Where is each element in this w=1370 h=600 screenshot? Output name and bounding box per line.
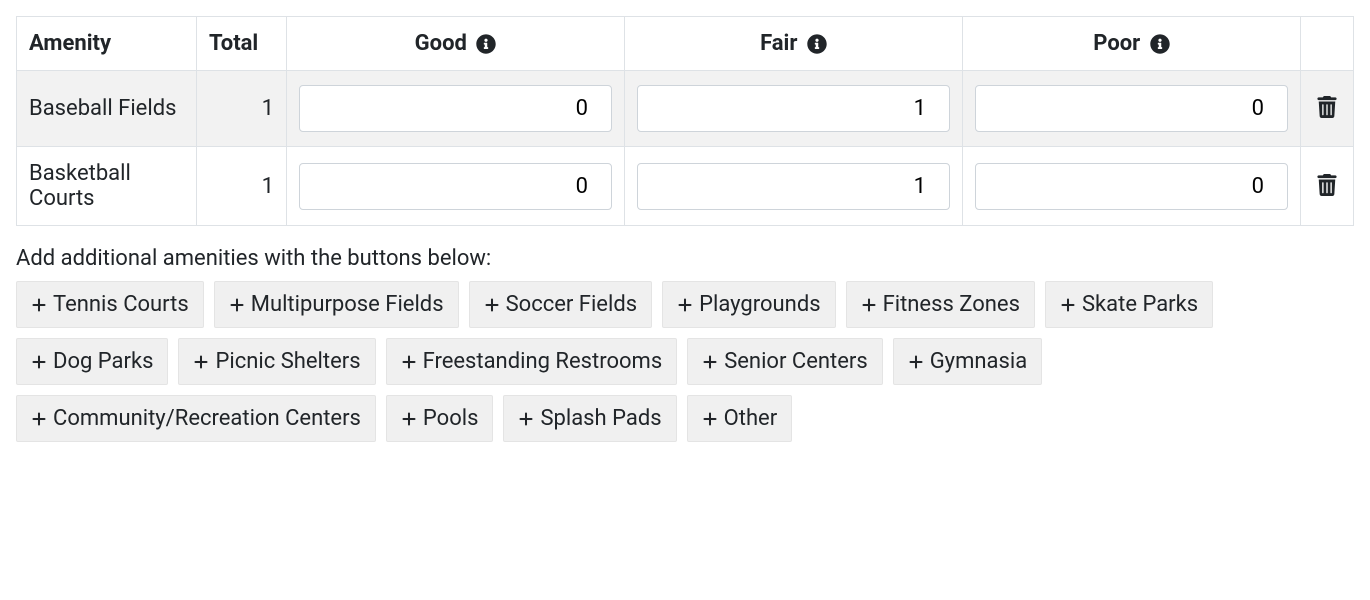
- add-buttons-row: Tennis Courts Multipurpose Fields Soccer F…: [16, 281, 1354, 442]
- add-button-label: Other: [724, 406, 778, 431]
- cell-poor: [963, 147, 1301, 226]
- add-amenity-button[interactable]: Playgrounds: [662, 281, 835, 328]
- plus-icon: [229, 297, 245, 313]
- plus-icon: [31, 297, 47, 313]
- amenity-total: 1: [197, 71, 287, 147]
- header-poor: Poor: [963, 17, 1301, 71]
- plus-icon: [518, 411, 534, 427]
- add-button-label: Dog Parks: [53, 349, 153, 374]
- plus-icon: [861, 297, 877, 313]
- helper-text: Add additional amenities with the button…: [16, 246, 1354, 271]
- good-input[interactable]: [299, 85, 612, 132]
- add-amenity-button[interactable]: Pools: [386, 395, 494, 442]
- add-amenity-button[interactable]: Skate Parks: [1045, 281, 1213, 328]
- delete-button[interactable]: [1313, 92, 1341, 125]
- plus-icon: [702, 411, 718, 427]
- trash-icon: [1317, 96, 1337, 118]
- trash-icon: [1317, 174, 1337, 196]
- header-total: Total: [197, 17, 287, 71]
- plus-icon: [908, 354, 924, 370]
- plus-icon: [193, 354, 209, 370]
- add-amenity-button[interactable]: Tennis Courts: [16, 281, 204, 328]
- plus-icon: [401, 411, 417, 427]
- header-amenity: Amenity: [17, 17, 197, 71]
- fair-input[interactable]: [637, 163, 950, 210]
- plus-icon: [702, 354, 718, 370]
- table-row: Baseball Fields1: [17, 71, 1354, 147]
- add-button-label: Fitness Zones: [883, 292, 1020, 317]
- header-fair-label: Fair: [760, 31, 797, 56]
- add-button-label: Playgrounds: [699, 292, 820, 317]
- actions-cell: [1301, 147, 1354, 226]
- poor-input[interactable]: [975, 163, 1288, 210]
- add-button-label: Picnic Shelters: [215, 349, 360, 374]
- cell-fair: [625, 71, 963, 147]
- add-amenity-button[interactable]: Other: [687, 395, 793, 442]
- header-good-label: Good: [415, 31, 467, 56]
- cell-good: [287, 71, 625, 147]
- add-amenity-button[interactable]: Community/Recreation Centers: [16, 395, 376, 442]
- plus-icon: [1060, 297, 1076, 313]
- add-amenity-button[interactable]: Fitness Zones: [846, 281, 1035, 328]
- add-amenity-button[interactable]: Splash Pads: [503, 395, 676, 442]
- cell-good: [287, 147, 625, 226]
- cell-poor: [963, 71, 1301, 147]
- delete-button[interactable]: [1313, 170, 1341, 203]
- amenities-table: Amenity Total Good Fair Poor: [16, 16, 1354, 226]
- fair-input[interactable]: [637, 85, 950, 132]
- add-amenity-button[interactable]: Soccer Fields: [469, 281, 653, 328]
- add-button-label: Gymnasia: [930, 349, 1027, 374]
- info-icon[interactable]: [1150, 34, 1170, 54]
- plus-icon: [484, 297, 500, 313]
- amenity-name: Baseball Fields: [17, 71, 197, 147]
- good-input[interactable]: [299, 163, 612, 210]
- info-icon[interactable]: [807, 34, 827, 54]
- add-amenity-button[interactable]: Freestanding Restrooms: [386, 338, 678, 385]
- add-button-label: Community/Recreation Centers: [53, 406, 361, 431]
- add-amenity-button[interactable]: Dog Parks: [16, 338, 168, 385]
- header-fair: Fair: [625, 17, 963, 71]
- info-icon[interactable]: [476, 34, 496, 54]
- header-actions: [1301, 17, 1354, 71]
- add-amenity-button[interactable]: Multipurpose Fields: [214, 281, 459, 328]
- plus-icon: [31, 411, 47, 427]
- poor-input[interactable]: [975, 85, 1288, 132]
- plus-icon: [31, 354, 47, 370]
- add-amenity-button[interactable]: Gymnasia: [893, 338, 1042, 385]
- table-row: Basketball Courts1: [17, 147, 1354, 226]
- add-button-label: Soccer Fields: [506, 292, 638, 317]
- add-button-label: Multipurpose Fields: [251, 292, 444, 317]
- add-button-label: Tennis Courts: [53, 292, 189, 317]
- cell-fair: [625, 147, 963, 226]
- add-button-label: Splash Pads: [540, 406, 661, 431]
- add-amenity-button[interactable]: Picnic Shelters: [178, 338, 375, 385]
- plus-icon: [401, 354, 417, 370]
- add-button-label: Senior Centers: [724, 349, 868, 374]
- header-poor-label: Poor: [1093, 31, 1140, 56]
- header-good: Good: [287, 17, 625, 71]
- add-amenity-button[interactable]: Senior Centers: [687, 338, 883, 385]
- add-button-label: Skate Parks: [1082, 292, 1198, 317]
- add-button-label: Freestanding Restrooms: [423, 349, 663, 374]
- add-button-label: Pools: [423, 406, 479, 431]
- amenity-total: 1: [197, 147, 287, 226]
- actions-cell: [1301, 71, 1354, 147]
- amenity-name: Basketball Courts: [17, 147, 197, 226]
- plus-icon: [677, 297, 693, 313]
